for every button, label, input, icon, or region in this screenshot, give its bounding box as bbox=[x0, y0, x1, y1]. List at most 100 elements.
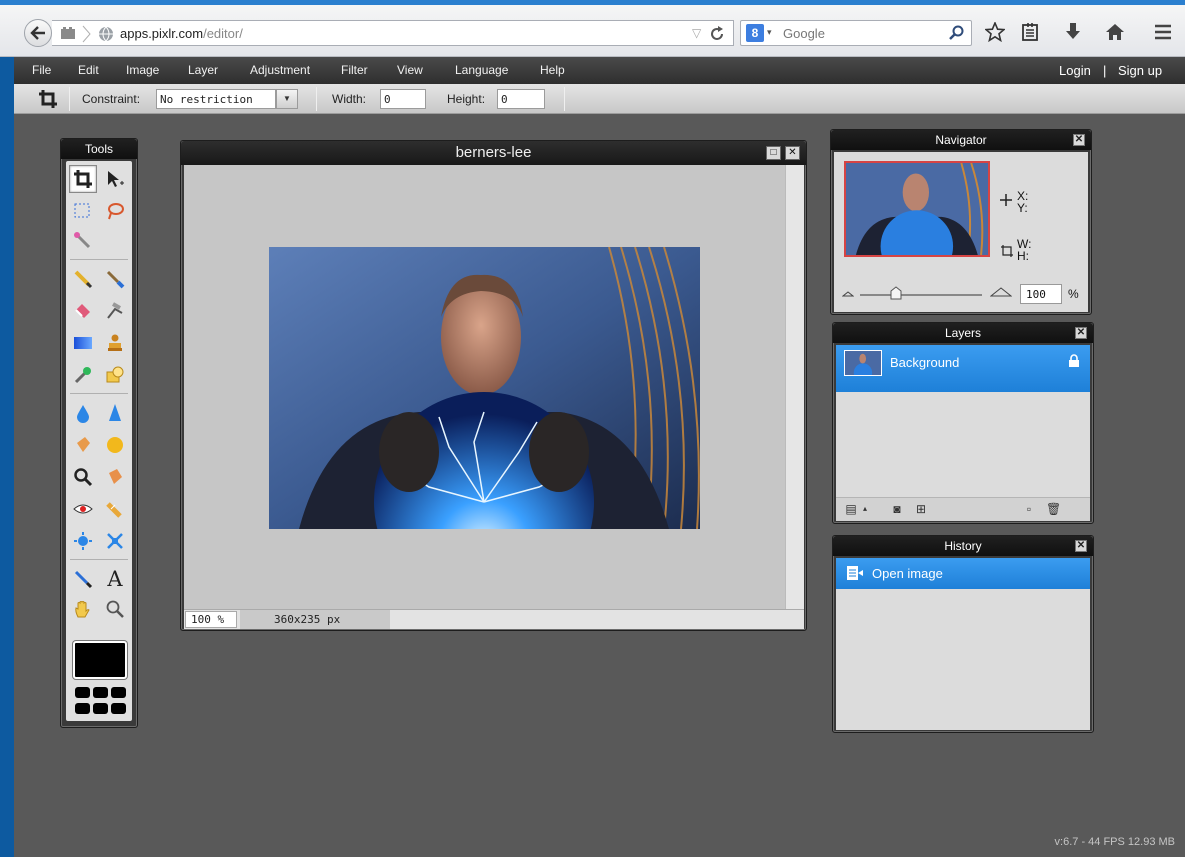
constraint-dropdown-icon[interactable]: ▼ bbox=[276, 89, 298, 109]
dodge-tool-icon[interactable] bbox=[101, 431, 129, 459]
pinch-tool-icon[interactable] bbox=[101, 527, 129, 555]
download-icon[interactable] bbox=[1058, 17, 1088, 47]
layer-settings-icon[interactable]: ▤ bbox=[844, 502, 858, 516]
color-picker-tool-icon[interactable] bbox=[69, 565, 97, 593]
history-item[interactable]: Open image bbox=[836, 558, 1090, 589]
height-input[interactable]: 0 bbox=[497, 89, 545, 109]
bloat-tool-icon[interactable] bbox=[69, 527, 97, 555]
dropdown-marker-icon[interactable]: ▽ bbox=[692, 26, 701, 40]
move-tool-icon[interactable] bbox=[101, 165, 129, 193]
search-icon[interactable] bbox=[949, 25, 965, 41]
marquee-tool-icon[interactable] bbox=[69, 197, 97, 225]
zoom-tool-icon[interactable] bbox=[101, 595, 129, 623]
new-layer-icon[interactable]: ▫ bbox=[1022, 502, 1036, 516]
constraint-label: Constraint: bbox=[82, 92, 141, 106]
zoom-in-icon[interactable] bbox=[990, 286, 1012, 298]
close-icon[interactable]: ✕ bbox=[1073, 134, 1085, 146]
login-separator: | bbox=[1103, 63, 1107, 78]
reload-icon[interactable] bbox=[709, 26, 725, 42]
drawing-tool-icon[interactable] bbox=[101, 361, 129, 389]
blur-tool-icon[interactable] bbox=[69, 399, 97, 427]
menu-layer[interactable]: Layer bbox=[188, 63, 218, 77]
search-bar[interactable]: 8 ▾ Google bbox=[740, 20, 972, 46]
document-status-bar: 100 % 360x235 px bbox=[184, 609, 804, 629]
canvas-image[interactable] bbox=[269, 247, 700, 529]
gradient-tool-icon[interactable] bbox=[69, 329, 97, 357]
color-preset[interactable] bbox=[75, 703, 90, 714]
layers-panel: Layers ✕ Background ▤ ▴ ◙ ⊞ ▫ 🗑 bbox=[832, 322, 1094, 524]
menu-file[interactable]: File bbox=[32, 63, 51, 77]
url-bar[interactable]: apps.pixlr.com/editor/ ▽ bbox=[52, 20, 734, 46]
zoom-lens-tool-icon[interactable] bbox=[69, 463, 97, 491]
home-icon[interactable] bbox=[1100, 17, 1130, 47]
menu-image[interactable]: Image bbox=[126, 63, 159, 77]
width-input[interactable]: 0 bbox=[380, 89, 426, 109]
menu-language[interactable]: Language bbox=[455, 63, 508, 77]
menu-edit[interactable]: Edit bbox=[78, 63, 99, 77]
pencil-tool-icon[interactable] bbox=[69, 265, 97, 293]
zoom-slider-handle[interactable] bbox=[890, 286, 902, 300]
eraser-tool-icon[interactable] bbox=[69, 297, 97, 325]
delete-layer-icon[interactable]: 🗑 bbox=[1046, 502, 1061, 516]
zoom-input[interactable]: 100 % bbox=[185, 611, 237, 628]
primary-color-swatch[interactable] bbox=[73, 641, 127, 679]
layer-thumbnail bbox=[844, 350, 882, 376]
text-tool-icon[interactable]: A bbox=[101, 565, 129, 593]
close-icon[interactable]: ✕ bbox=[785, 146, 800, 160]
y-label: Y: bbox=[1017, 201, 1028, 215]
reading-list-icon[interactable] bbox=[1015, 17, 1045, 47]
menu-help[interactable]: Help bbox=[540, 63, 565, 77]
color-preset[interactable] bbox=[111, 687, 126, 698]
new-layer-from-image-icon[interactable]: ⊞ bbox=[914, 502, 928, 516]
navigator-thumbnail[interactable] bbox=[844, 161, 990, 257]
layer-row[interactable]: Background bbox=[836, 345, 1090, 392]
red-eye-tool-icon[interactable] bbox=[69, 495, 97, 523]
menu-filter[interactable]: Filter bbox=[341, 63, 368, 77]
smudge-tool-icon[interactable] bbox=[101, 297, 129, 325]
tools-grid: A bbox=[66, 161, 132, 721]
back-button[interactable] bbox=[24, 19, 52, 47]
constraint-select[interactable]: No restriction bbox=[156, 89, 276, 109]
app-menubar: File Edit Image Layer Adjustment Filter … bbox=[14, 57, 1185, 84]
history-body: Open image bbox=[836, 558, 1090, 730]
sharpen-tool-icon[interactable] bbox=[101, 399, 129, 427]
menu-icon[interactable] bbox=[1148, 17, 1178, 47]
burn-tool-icon[interactable] bbox=[101, 463, 129, 491]
spot-heal-tool-icon[interactable] bbox=[101, 495, 129, 523]
navigator-zoom-input[interactable]: 100 bbox=[1020, 284, 1062, 304]
login-link[interactable]: Login bbox=[1059, 63, 1091, 78]
version-status: v:6.7 - 44 FPS 12.93 MB bbox=[1054, 836, 1175, 848]
height-label: Height: bbox=[447, 92, 486, 106]
menu-adjustment[interactable]: Adjustment bbox=[250, 63, 310, 77]
lasso-tool-icon[interactable] bbox=[101, 197, 129, 225]
vertical-scrollbar[interactable] bbox=[785, 165, 804, 609]
google-icon: 8 bbox=[746, 24, 764, 42]
sponge-tool-icon[interactable] bbox=[69, 431, 97, 459]
color-preset[interactable] bbox=[93, 687, 108, 698]
menu-view[interactable]: View bbox=[397, 63, 423, 77]
layer-settings-dropdown-icon[interactable]: ▴ bbox=[858, 502, 872, 516]
bookmark-star-icon[interactable] bbox=[980, 17, 1010, 47]
maximize-icon[interactable]: □ bbox=[766, 146, 781, 160]
hand-tool-icon[interactable] bbox=[69, 595, 97, 623]
color-preset[interactable] bbox=[75, 687, 90, 698]
close-icon[interactable]: ✕ bbox=[1075, 327, 1087, 339]
h-label: H: bbox=[1017, 249, 1029, 263]
thumbnail-image-icon bbox=[846, 163, 988, 255]
signup-link[interactable]: Sign up bbox=[1118, 63, 1162, 78]
magic-wand-tool-icon[interactable] bbox=[69, 227, 97, 255]
zoom-out-icon[interactable] bbox=[842, 288, 854, 298]
search-engine-dropdown-icon[interactable]: ▾ bbox=[767, 27, 772, 38]
layers-footer: ▤ ▴ ◙ ⊞ ▫ 🗑 bbox=[836, 497, 1090, 521]
lock-icon[interactable] bbox=[1068, 354, 1080, 368]
color-replace-tool-icon[interactable] bbox=[69, 361, 97, 389]
color-preset[interactable] bbox=[111, 703, 126, 714]
color-preset[interactable] bbox=[93, 703, 108, 714]
layer-mask-icon[interactable]: ◙ bbox=[890, 502, 904, 516]
layers-title: Layers bbox=[833, 323, 1093, 343]
close-icon[interactable]: ✕ bbox=[1075, 540, 1087, 552]
crop-tool-icon[interactable] bbox=[69, 165, 97, 193]
stamp-tool-icon[interactable] bbox=[101, 329, 129, 357]
brush-tool-icon[interactable] bbox=[101, 265, 129, 293]
zoom-slider-track[interactable] bbox=[860, 294, 982, 296]
